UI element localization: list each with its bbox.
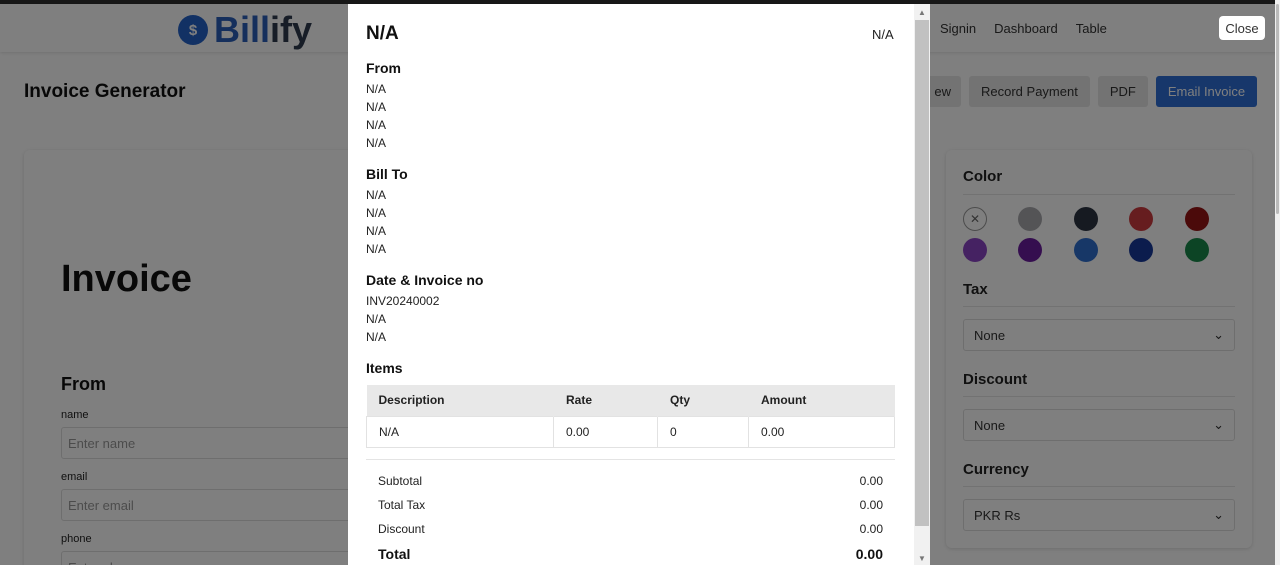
billto-line: N/A: [366, 206, 387, 220]
summary-label: Subtotal: [378, 474, 423, 488]
invoice-preview-modal: N/A N/A From N/A N/A N/A N/A Bill To N/A…: [348, 4, 930, 565]
summary-row-tax: Total Tax 0.00: [378, 498, 883, 512]
billto-line: N/A: [366, 242, 387, 256]
from-line: N/A: [366, 118, 387, 132]
page-scrollbar[interactable]: [1275, 0, 1280, 565]
date-section-heading: Date & Invoice no: [366, 272, 484, 288]
close-button[interactable]: Close: [1219, 16, 1265, 40]
table-row: N/A 0.00 0 0.00: [366, 415, 895, 448]
summary-label: Discount: [378, 522, 425, 536]
column-header-qty: Qty: [657, 385, 749, 416]
summary-value: 0.00: [859, 498, 883, 512]
column-header-amount: Amount: [748, 385, 895, 416]
summary-label: Total: [378, 546, 411, 562]
from-line: N/A: [366, 82, 387, 96]
column-header-description: Description: [366, 385, 554, 416]
column-header-rate: Rate: [553, 385, 658, 416]
summary-label: Total Tax: [378, 498, 426, 512]
items-section-heading: Items: [366, 360, 403, 376]
summary-row-total: Total 0.00: [378, 546, 883, 562]
table-header-row: Description Rate Qty Amount: [366, 385, 895, 416]
summary-value: 0.00: [855, 546, 883, 562]
billto-line: N/A: [366, 224, 387, 238]
scroll-up-icon[interactable]: ▲: [914, 5, 930, 19]
divider: [366, 459, 895, 460]
cell-rate: 0.00: [553, 415, 658, 448]
page-scrollbar-thumb[interactable]: [1276, 4, 1279, 214]
scroll-down-icon[interactable]: ▼: [914, 551, 930, 565]
modal-scrollbar[interactable]: ▲ ▼: [914, 4, 930, 565]
billto-line: N/A: [366, 188, 387, 202]
cell-description: N/A: [366, 415, 554, 448]
from-line: N/A: [366, 136, 387, 150]
modal-scrollbar-thumb[interactable]: [915, 20, 929, 526]
from-section-heading: From: [366, 60, 401, 76]
billto-section-heading: Bill To: [366, 166, 408, 182]
preview-title-right: N/A: [872, 27, 894, 42]
date-line: N/A: [366, 312, 387, 326]
cell-qty: 0: [657, 415, 749, 448]
preview-title: N/A: [366, 23, 399, 44]
from-line: N/A: [366, 100, 387, 114]
summary-value: 0.00: [859, 474, 883, 488]
summary-row-subtotal: Subtotal 0.00: [378, 474, 883, 488]
summary-value: 0.00: [859, 522, 883, 536]
invoice-number: INV20240002: [366, 294, 440, 308]
date-line: N/A: [366, 330, 387, 344]
summary-row-discount: Discount 0.00: [378, 522, 883, 536]
items-table: Description Rate Qty Amount N/A 0.00 0 0…: [366, 385, 895, 448]
cell-amount: 0.00: [748, 415, 895, 448]
